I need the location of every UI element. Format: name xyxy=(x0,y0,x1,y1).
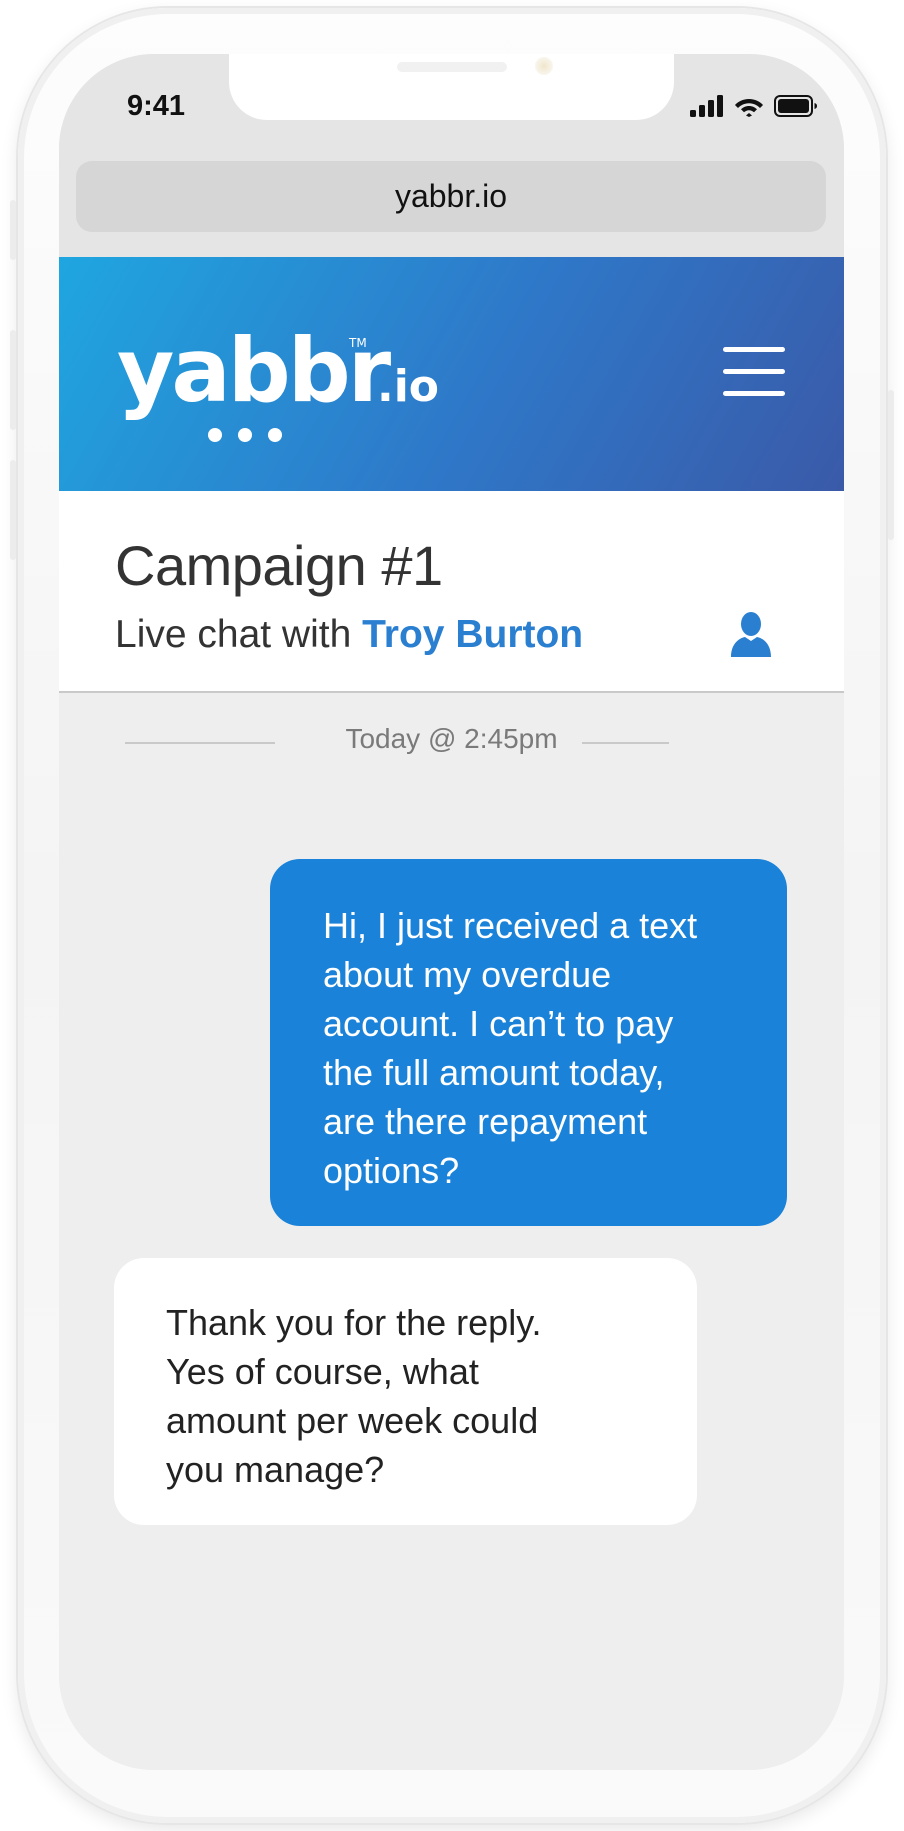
logo-suffix: .io xyxy=(377,361,439,412)
chat-subtitle-prefix: Live chat with xyxy=(115,613,352,656)
phone-side-button xyxy=(888,390,894,540)
chat-subtitle: Live chat with Troy Burton xyxy=(115,613,583,657)
wifi-icon xyxy=(735,99,763,117)
outgoing-message-bubble[interactable]: Hi, I just received a text about my over… xyxy=(270,859,787,1226)
message-line: are there repayment xyxy=(323,1101,648,1142)
phone-screen: 9:41 yabbr.io yabbr .io TM Campaign #1 L… xyxy=(59,54,844,1770)
message-line: Yes of course, what xyxy=(166,1351,479,1392)
status-icons xyxy=(690,92,818,120)
message-line: amount per week could xyxy=(166,1400,539,1441)
logo-dot xyxy=(238,428,252,442)
logo-dot xyxy=(208,428,222,442)
user-profile-icon[interactable] xyxy=(729,611,773,657)
menu-line xyxy=(723,391,785,396)
notch xyxy=(229,54,674,120)
front-camera xyxy=(535,57,553,75)
yabbr-logo[interactable]: yabbr .io TM xyxy=(117,323,467,443)
timestamp-text: Today @ 2:45pm xyxy=(321,723,582,754)
timestamp-divider: Today @ 2:45pm xyxy=(59,723,844,763)
message-line: options? xyxy=(323,1150,460,1191)
address-bar[interactable]: yabbr.io xyxy=(76,161,826,232)
menu-line xyxy=(723,347,785,352)
chat-messages: Today @ 2:45pm Hi, I just received a tex… xyxy=(59,693,844,1770)
hamburger-menu-icon[interactable] xyxy=(723,347,785,399)
message-line: you manage? xyxy=(166,1449,385,1490)
phone-side-button xyxy=(10,330,16,430)
phone-side-button xyxy=(10,460,16,560)
message-line: Hi, I just received a text xyxy=(323,905,698,946)
cellular-signal-icon xyxy=(690,95,723,117)
site-header: yabbr .io TM xyxy=(59,257,844,491)
phone-side-button xyxy=(10,200,16,260)
logo-trademark: TM xyxy=(348,336,367,350)
message-line: account. I can’t to pay xyxy=(323,1003,674,1044)
status-area: 9:41 yabbr.io xyxy=(59,54,844,259)
campaign-title: Campaign #1 xyxy=(115,534,443,597)
contact-name[interactable]: Troy Burton xyxy=(362,613,583,656)
message-line: about my overdue xyxy=(323,954,612,995)
message-line: Thank you for the reply. xyxy=(166,1302,542,1343)
status-time: 9:41 xyxy=(127,90,186,122)
logo-dot xyxy=(268,428,282,442)
campaign-header: Campaign #1 Live chat with Troy Burton xyxy=(59,491,844,693)
message-line: the full amount today, xyxy=(323,1052,665,1093)
incoming-message-bubble[interactable]: Thank you for the reply. Yes of course, … xyxy=(114,1258,697,1525)
speaker-grille xyxy=(397,62,507,72)
timestamp-label: Today @ 2:45pm xyxy=(59,723,844,755)
battery-icon xyxy=(774,95,817,117)
menu-line xyxy=(723,369,785,374)
